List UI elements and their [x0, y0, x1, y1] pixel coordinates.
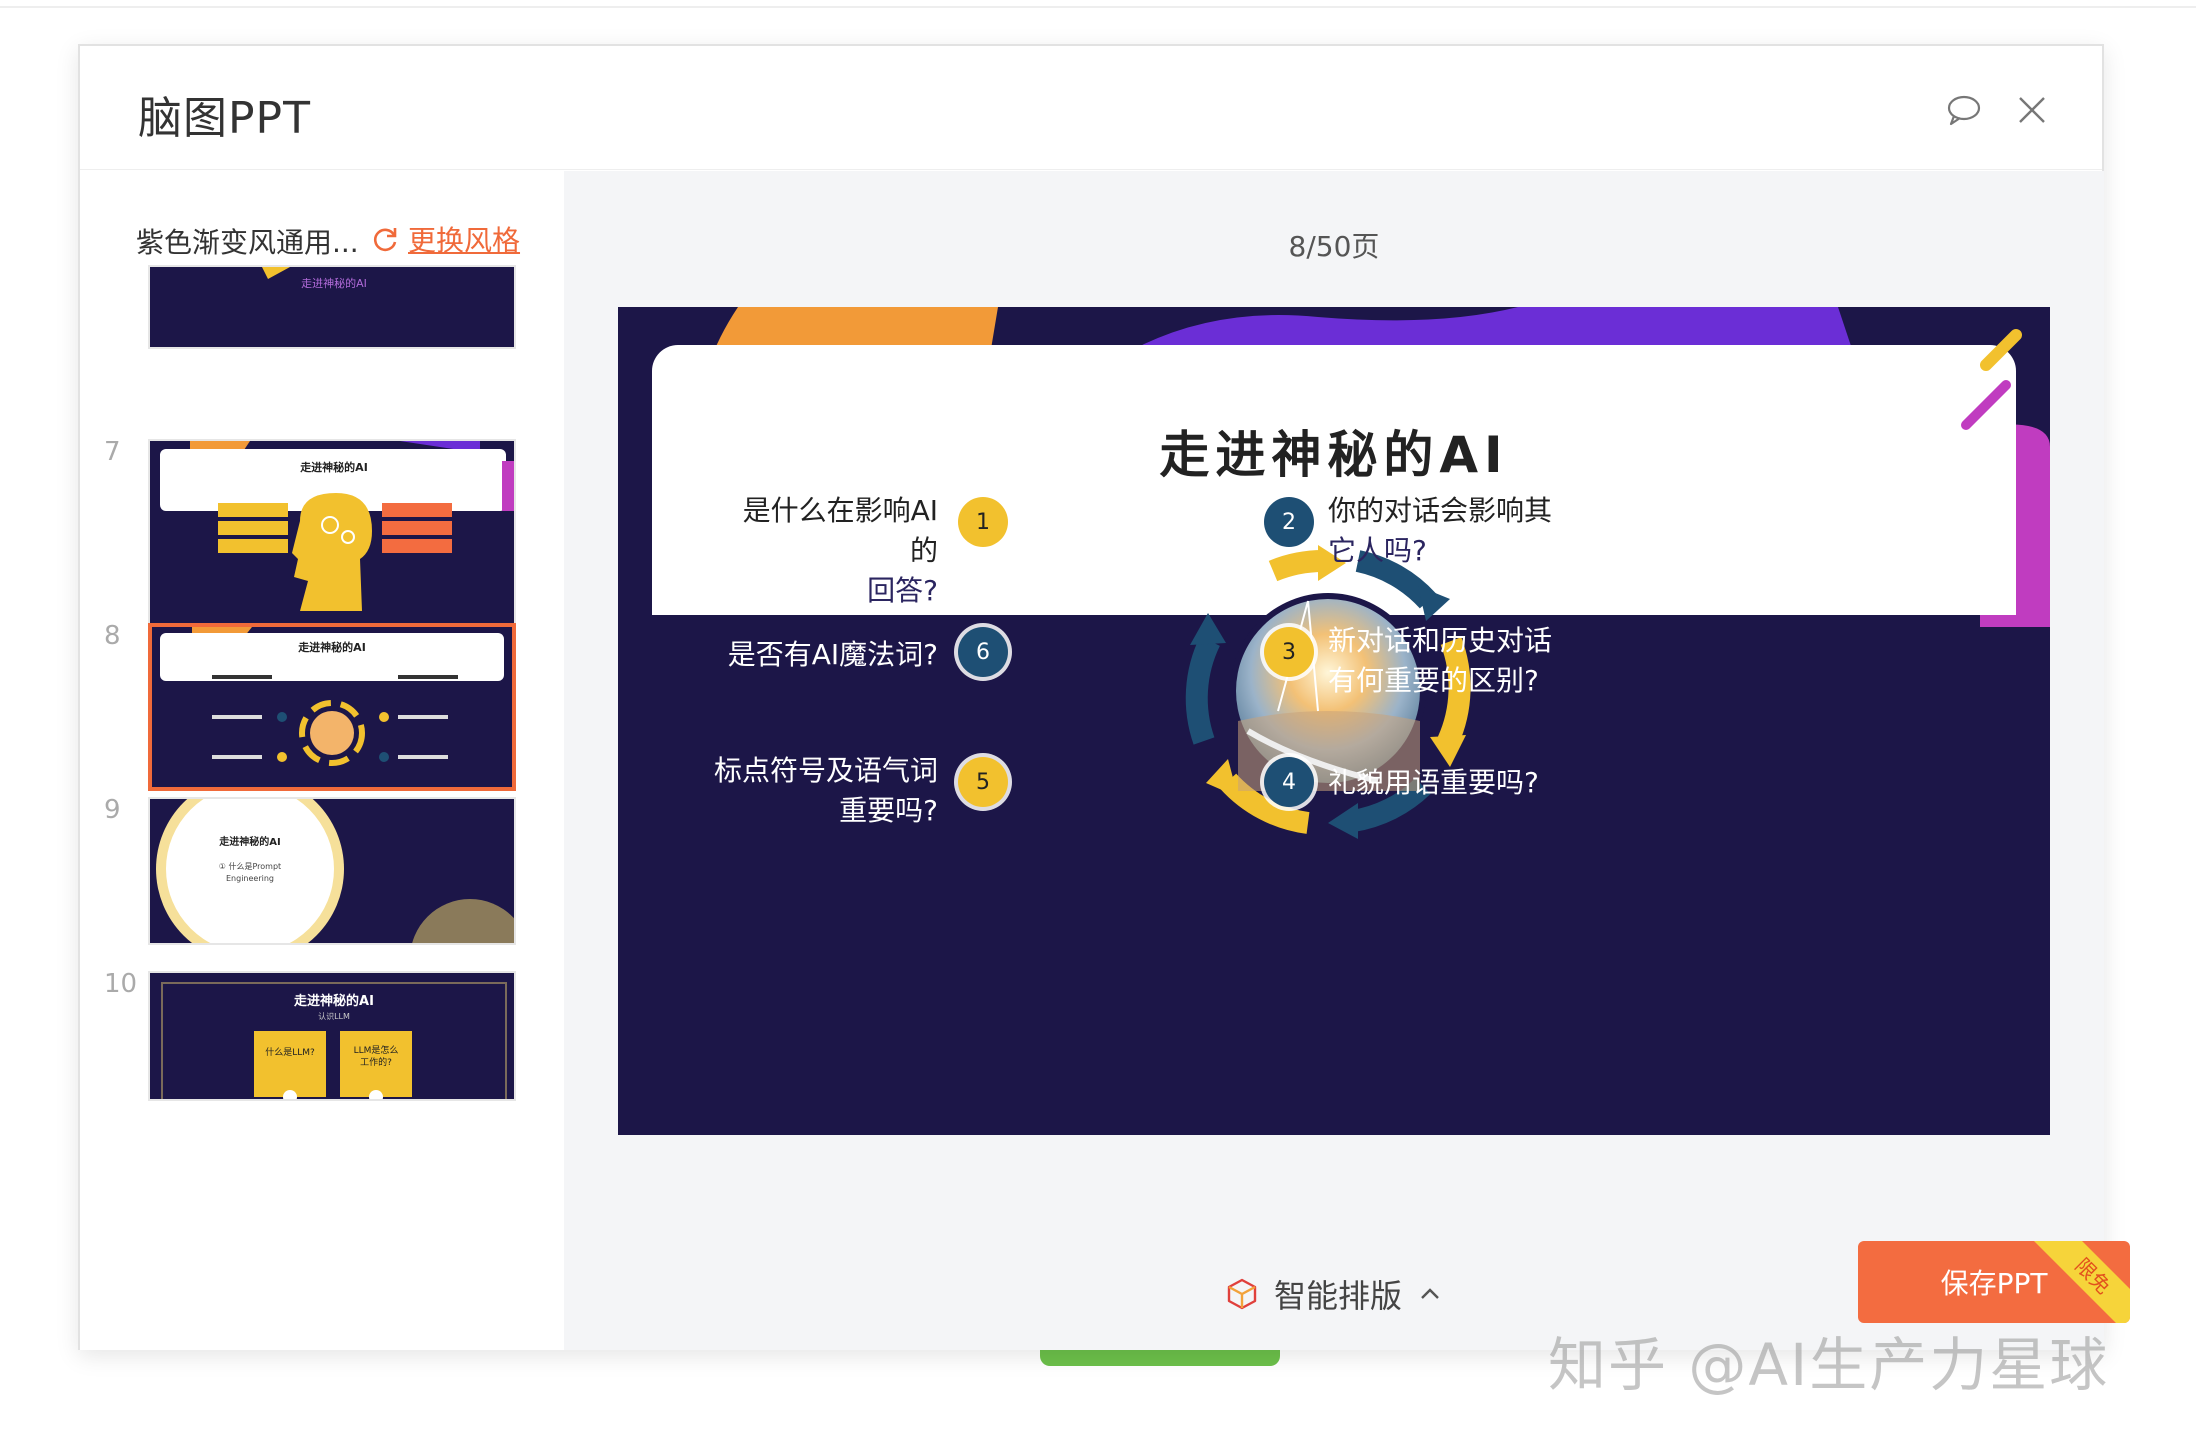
thumb-number-7: 7 — [104, 437, 121, 467]
mindmap-ppt-dialog: 脑图PPT 紫色渐变风通用... 更换风格 走进神秘的AI 7 走进神秘的AI … — [78, 44, 2130, 1350]
template-name: 紫色渐变风通用... — [136, 226, 359, 259]
chevron-up-icon — [1421, 1288, 1439, 1299]
question-6-line1: 是否有AI魔法词? — [727, 638, 938, 671]
thumb-9-title: 走进神秘的AI — [218, 835, 280, 848]
cube-icon — [1227, 1278, 1257, 1310]
slide-thumbnail-7[interactable]: 走进神秘的AI — [148, 439, 516, 641]
thumb-9-graphic: 走进神秘的AI ① 什么是Prompt Engineering — [150, 799, 514, 943]
question-6: 是否有AI魔法词? — [698, 635, 938, 675]
slide-thumbnail-sidebar[interactable]: 紫色渐变风通用... 更换风格 走进神秘的AI 7 走进神秘的AI 8 走进神秘… — [80, 171, 564, 1350]
question-5-line1: 标点符号及语气词 — [713, 754, 938, 787]
change-style-button[interactable]: 更换风格 — [370, 219, 520, 259]
slide-title: 走进神秘的AI — [1159, 426, 1509, 484]
change-style-label: 更换风格 — [408, 224, 521, 257]
slide-thumbnail-9[interactable]: 走进神秘的AI ① 什么是Prompt Engineering — [148, 797, 516, 945]
close-icon[interactable] — [2008, 86, 2056, 134]
refresh-icon — [374, 228, 397, 252]
badge-4: 4 — [1264, 757, 1314, 807]
badge-6: 6 — [958, 627, 1008, 677]
thumb-9-sub2: Engineering — [226, 874, 274, 883]
question-1-line2: 回答? — [867, 574, 938, 607]
thumb-7-graphic: 走进神秘的AI — [150, 441, 514, 639]
thumb-10-box2b: 工作的? — [360, 1056, 392, 1068]
slide-preview: 走进神秘的AI 是什么在影响AI的 回答? 1 2 你的对话会影响其 它人吗? … — [618, 307, 2050, 1135]
question-2-line1: 你的对话会影响其 — [1328, 494, 1553, 527]
badge-3: 3 — [1264, 627, 1314, 677]
question-3: 新对话和历史对话 有何重要的区别? — [1328, 621, 1588, 701]
dialog-header: 脑图PPT — [80, 46, 2102, 170]
question-4: 礼貌用语重要吗? — [1328, 763, 1588, 803]
thumb-6-graphic: 走进神秘的AI — [150, 267, 514, 347]
question-4-line1: 礼貌用语重要吗? — [1328, 766, 1539, 799]
badge-5: 5 — [958, 757, 1008, 807]
thumb-8-title: 走进神秘的AI — [297, 640, 366, 654]
question-1-line1: 是什么在影响AI的 — [742, 494, 938, 567]
thumb-number-9: 9 — [104, 795, 121, 825]
slide-preview-area: 8/50页 走进神秘的AI 是什么在影响AI的 回答? 1 2 你的对话会影响其… — [564, 171, 2130, 1350]
thumb-10-box1: 什么是LLM? — [265, 1046, 315, 1058]
slide-thumbnail-8-selected[interactable]: 走进神秘的AI — [148, 623, 516, 791]
badge-1: 1 — [958, 497, 1008, 547]
slide-thumbnail-10[interactable]: 走进神秘的AI 认识LLM 什么是LLM? LLM是怎么 工作的? — [148, 971, 516, 1101]
thumb-10-title: 走进神秘的AI — [294, 993, 374, 1009]
save-ppt-label: 保存PPT — [1940, 1267, 2048, 1300]
question-2: 你的对话会影响其 它人吗? — [1328, 491, 1588, 571]
question-5: 标点符号及语气词 重要吗? — [698, 751, 938, 831]
comment-icon[interactable] — [1940, 86, 1988, 134]
dialog-title: 脑图PPT — [138, 93, 311, 144]
zhihu-watermark: 知乎 @AI生产力星球 — [1548, 1331, 2110, 1399]
question-1: 是什么在影响AI的 回答? — [718, 491, 938, 611]
thumb-number-8: 8 — [104, 621, 121, 651]
slide-thumbnail-6[interactable]: 走进神秘的AI — [148, 265, 516, 349]
question-3-line2: 有何重要的区别? — [1328, 664, 1539, 697]
question-3-line1: 新对话和历史对话 — [1328, 624, 1553, 657]
save-ppt-button[interactable]: 保存PPT 限免 — [1858, 1241, 2130, 1323]
thumb-7-title: 走进神秘的AI — [299, 460, 368, 474]
thumb-6-title: 走进神秘的AI — [301, 276, 367, 290]
decorative-stripes — [1961, 329, 2022, 430]
question-5-line2: 重要吗? — [839, 794, 938, 827]
thumb-9-sub1: ① 什么是Prompt — [219, 861, 281, 871]
thumb-10-box2a: LLM是怎么 — [354, 1044, 399, 1056]
top-divider — [0, 6, 2196, 8]
question-2-line2: 它人吗? — [1328, 534, 1427, 567]
thumb-10-subtitle: 认识LLM — [318, 1011, 350, 1021]
thumb-10-graphic: 走进神秘的AI 认识LLM 什么是LLM? LLM是怎么 工作的? — [150, 973, 514, 1099]
badge-2: 2 — [1264, 497, 1314, 547]
smart-layout-button[interactable]: 智能排版 — [1224, 1271, 1444, 1317]
thumb-8-graphic: 走进神秘的AI — [152, 627, 512, 787]
smart-layout-label: 智能排版 — [1274, 1277, 1403, 1315]
page-indicator: 8/50页 — [1288, 230, 1380, 263]
thumb-number-10: 10 — [104, 969, 138, 999]
